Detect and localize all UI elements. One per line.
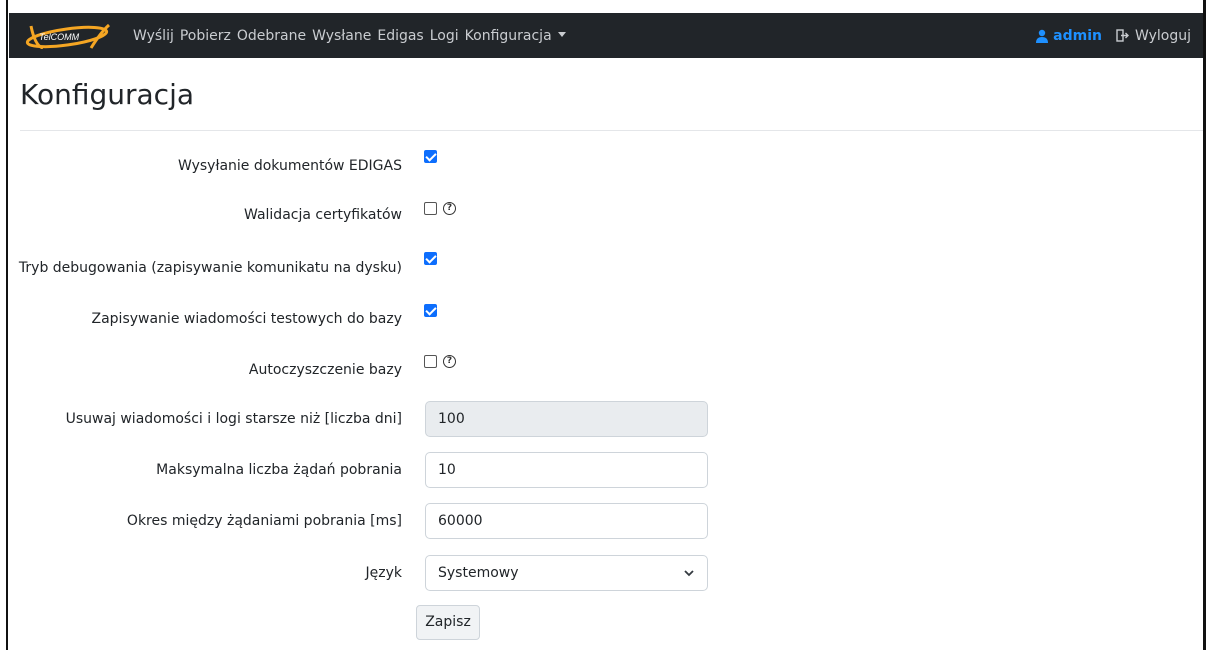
save-button[interactable]: Zapisz: [416, 605, 480, 640]
nav-dropdown-config-label: Konfiguracja: [464, 27, 552, 44]
nav-link-sent[interactable]: Wysłane: [312, 28, 371, 44]
help-icon[interactable]: ?: [443, 202, 456, 215]
retention-days-label: Usuwaj wiadomości i logi starsze niż [li…: [65, 411, 402, 427]
debug-label: Tryb debugowania (zapisywanie komunikatu…: [18, 260, 402, 276]
retention-days-input[interactable]: 100: [425, 401, 708, 437]
nav-link-edigas[interactable]: Edigas: [377, 28, 423, 44]
nav-user-area: admin Wyloguj: [1035, 13, 1191, 58]
logout-label: Wyloguj: [1135, 27, 1191, 44]
language-select[interactable]: Systemowy: [425, 555, 708, 591]
caret-down-icon: [557, 31, 566, 37]
request-period-input[interactable]: 60000: [425, 503, 708, 539]
chevron-down-icon: [684, 570, 694, 577]
edigas-checkbox[interactable]: [424, 150, 437, 163]
username: admin: [1053, 27, 1102, 44]
nav-link-fetch[interactable]: Pobierz: [180, 28, 231, 44]
title-divider: [20, 130, 1203, 131]
window-border-left: [0, 0, 8, 650]
autoclean-checkbox[interactable]: [424, 355, 437, 368]
max-requests-label: Maksymalna liczba żądań pobrania: [156, 462, 402, 478]
test-messages-label: Zapisywanie wiadomości testowych do bazy: [91, 311, 403, 327]
cert-validation-label: Walidacja certyfikatów: [244, 207, 402, 223]
cert-validation-checkbox[interactable]: [424, 202, 437, 215]
user-menu[interactable]: admin: [1035, 28, 1102, 44]
help-icon[interactable]: ?: [443, 355, 456, 368]
top-navbar: TelCOMM Wyślij Pobierz Odebrane Wysłane …: [9, 13, 1203, 58]
nav-link-received[interactable]: Odebrane: [237, 28, 306, 44]
request-period-label: Okres między żądaniami pobrania [ms]: [126, 513, 402, 529]
edigas-label: Wysyłanie dokumentów EDIGAS: [178, 158, 402, 174]
max-requests-input[interactable]: 10: [425, 452, 708, 488]
logout-link[interactable]: Wyloguj: [1116, 28, 1191, 44]
nav-links: Wyślij Pobierz Odebrane Wysłane Edigas L…: [133, 13, 572, 58]
brand-logo[interactable]: TelCOMM: [21, 22, 113, 50]
debug-checkbox[interactable]: [424, 252, 437, 265]
nav-link-logs[interactable]: Logi: [430, 28, 459, 44]
nav-link-send[interactable]: Wyślij: [133, 28, 174, 44]
language-label: Język: [365, 565, 402, 581]
language-select-value: Systemowy: [438, 565, 519, 581]
user-icon: [1036, 29, 1049, 43]
test-messages-checkbox[interactable]: [424, 304, 437, 317]
brand-text: TelCOMM: [39, 32, 80, 42]
telcomm-logo-icon: TelCOMM: [25, 23, 111, 50]
page-title: Konfiguracja: [20, 78, 195, 111]
logout-icon: [1116, 29, 1129, 42]
autoclean-label: Autoczyszczenie bazy: [248, 362, 402, 378]
nav-dropdown-config[interactable]: Konfiguracja: [465, 28, 566, 44]
